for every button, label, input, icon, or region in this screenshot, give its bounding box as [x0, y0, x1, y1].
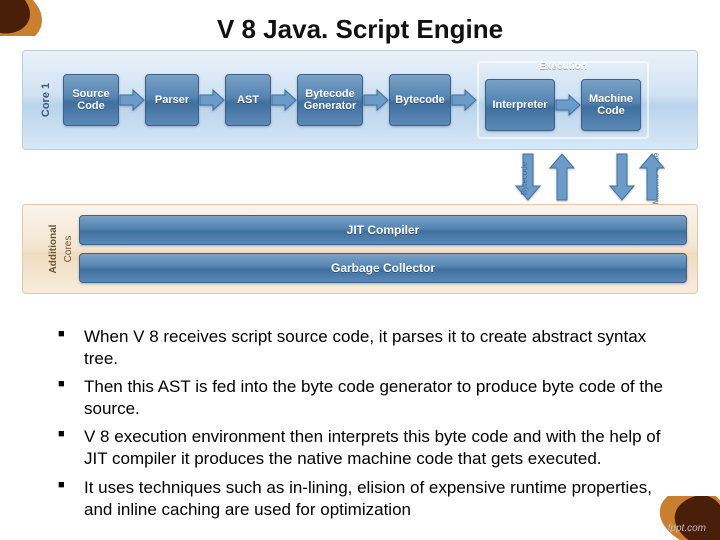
slide-title: V 8 Java. Script Engine: [0, 0, 720, 45]
arrow-right-icon: [555, 93, 581, 117]
core1-row: Core 1 Source Code Parser AST Bytecode G…: [22, 50, 698, 150]
additional-cores-row: Additional Cores JIT Compiler Garbage Co…: [22, 204, 698, 294]
arrow-right-icon: [363, 88, 389, 112]
arrow-up-icon: [638, 152, 666, 202]
bullet-item: It uses techniques such as in-lining, el…: [58, 477, 680, 521]
additional-label: Additional: [48, 225, 59, 274]
stage-machine-code: Machine Code: [581, 79, 641, 131]
stage-source-code: Source Code: [63, 74, 119, 126]
execution-label: Execution: [479, 61, 647, 72]
arrow-right-icon: [199, 88, 225, 112]
bullet-list: When V 8 receives script source code, it…: [58, 326, 680, 527]
stage-bytecode-gen: Bytecode Generator: [297, 74, 363, 126]
core1-label: Core 1: [40, 83, 52, 117]
bullet-item: V 8 execution environment then interpret…: [58, 426, 680, 470]
arrow-right-icon: [451, 88, 477, 112]
v8-diagram: Core 1 Source Code Parser AST Bytecode G…: [22, 50, 698, 294]
cores-label: Cores: [63, 236, 74, 263]
stage-interpreter: Interpreter: [485, 79, 555, 131]
stage-bytecode: Bytecode: [389, 74, 451, 126]
arrow-right-icon: [119, 88, 145, 112]
arrow-up-icon: [548, 152, 576, 202]
bullet-item: When V 8 receives script source code, it…: [58, 326, 680, 370]
arrow-right-icon: [271, 88, 297, 112]
stage-parser: Parser: [145, 74, 199, 126]
bullet-item: Then this AST is fed into the byte code …: [58, 376, 680, 420]
arrow-down-icon: [608, 152, 636, 202]
jit-compiler-bar: JIT Compiler: [79, 215, 687, 245]
arrow-caption-bytecode: Bytecode: [520, 162, 529, 195]
watermark: fppt.com: [668, 523, 706, 534]
garbage-collector-bar: Garbage Collector: [79, 253, 687, 283]
stage-ast: AST: [225, 74, 271, 126]
vertical-arrows: Bytecode Machine Code: [488, 150, 668, 204]
decor-top-left: [0, 0, 60, 36]
execution-group: Execution Interpreter Machine Code: [477, 61, 649, 139]
